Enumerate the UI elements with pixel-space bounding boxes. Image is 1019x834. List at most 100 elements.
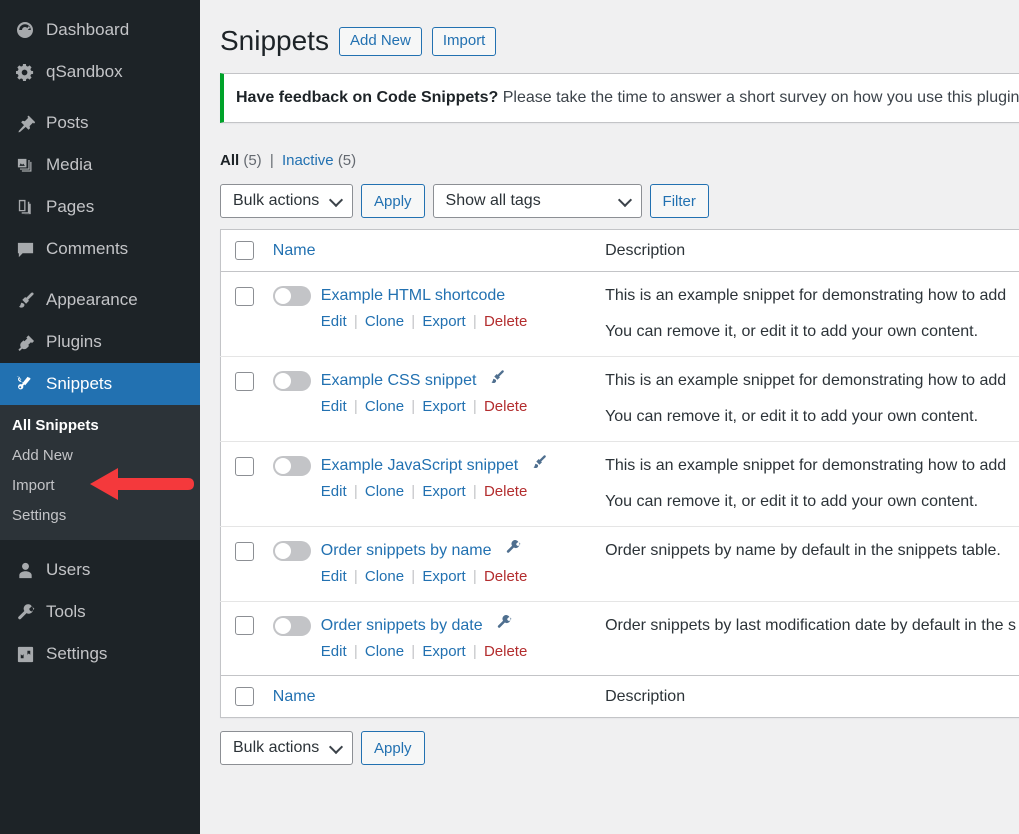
row-select-cell bbox=[220, 600, 263, 676]
notice-strong: Have feedback on Code Snippets? bbox=[236, 89, 499, 107]
view-inactive-link[interactable]: Inactive bbox=[282, 152, 334, 169]
clone-link[interactable]: Clone bbox=[365, 483, 404, 500]
table-header-row: Name Description bbox=[220, 229, 1019, 273]
view-all-link[interactable]: All bbox=[220, 152, 239, 169]
export-link[interactable]: Export bbox=[422, 643, 465, 660]
submenu-item-add-new[interactable]: Add New bbox=[0, 441, 200, 471]
sidebar-item-comments[interactable]: Comments bbox=[0, 228, 200, 270]
sort-by-name-link-top[interactable]: Name bbox=[273, 242, 316, 259]
snippet-title-link[interactable]: Example HTML shortcode bbox=[321, 284, 505, 308]
table-row: Example CSS snippet Edit | Clone | Expor… bbox=[220, 356, 1019, 442]
clone-link[interactable]: Clone bbox=[365, 398, 404, 415]
apply-button-bottom[interactable]: Apply bbox=[361, 731, 425, 766]
select-all-checkbox-bottom[interactable] bbox=[235, 687, 254, 707]
select-all-footer bbox=[220, 675, 263, 718]
delete-link[interactable]: Delete bbox=[484, 643, 527, 660]
snippet-title-link[interactable]: Example JavaScript snippet bbox=[321, 454, 518, 478]
snippet-activate-toggle[interactable] bbox=[272, 371, 311, 392]
snippet-name-row: Example CSS snippet bbox=[272, 369, 585, 393]
sidebar-item-posts[interactable]: Posts bbox=[0, 102, 200, 144]
import-button[interactable]: Import bbox=[431, 26, 497, 56]
edit-link[interactable]: Edit bbox=[321, 398, 347, 415]
table-head: Name Description bbox=[220, 229, 1019, 273]
snippets-submenu: All Snippets Add New Import Settings bbox=[0, 405, 200, 540]
sidebar-item-label: Settings bbox=[46, 644, 108, 663]
snippet-title-link[interactable]: Order snippets by date bbox=[321, 614, 483, 638]
snippet-name-row: Example HTML shortcode bbox=[272, 284, 585, 308]
snippet-activate-toggle[interactable] bbox=[272, 286, 311, 307]
filter-button[interactable]: Filter bbox=[649, 184, 709, 219]
sidebar-item-pages[interactable]: Pages bbox=[0, 186, 200, 228]
edit-link[interactable]: Edit bbox=[321, 313, 347, 330]
snippet-title-link[interactable]: Example CSS snippet bbox=[321, 369, 477, 393]
paintbrush-icon bbox=[8, 291, 42, 310]
row-name-cell: Order snippets by name Edit | Clone | Ex… bbox=[262, 526, 596, 602]
snippet-activate-toggle[interactable] bbox=[272, 615, 311, 636]
description-line: This is an example snippet for demonstra… bbox=[605, 287, 1007, 305]
action-separator: | bbox=[353, 483, 358, 501]
description-line: You can remove it, or edit it to add you… bbox=[605, 408, 979, 426]
row-select-cell bbox=[221, 272, 263, 357]
sidebar-item-qsandbox[interactable]: qSandbox bbox=[0, 51, 200, 93]
edit-link[interactable]: Edit bbox=[321, 568, 347, 585]
snippet-activate-toggle[interactable] bbox=[272, 541, 311, 562]
action-separator: | bbox=[353, 642, 358, 660]
edit-link[interactable]: Edit bbox=[321, 483, 347, 500]
sidebar-item-tools[interactable]: Tools bbox=[0, 591, 200, 633]
bulk-actions-select-bottom[interactable]: Bulk actions bbox=[220, 731, 353, 766]
delete-link[interactable]: Delete bbox=[484, 398, 527, 415]
snippet-title-link[interactable]: Order snippets by name bbox=[321, 539, 492, 563]
row-checkbox[interactable] bbox=[235, 616, 254, 636]
tablenav-top: Bulk actions Apply Show all tags Filter bbox=[220, 183, 1019, 219]
row-checkbox[interactable] bbox=[235, 541, 254, 561]
submenu-item-import[interactable]: Import bbox=[0, 471, 200, 501]
edit-link[interactable]: Edit bbox=[321, 643, 347, 660]
submenu-item-all-snippets[interactable]: All Snippets bbox=[0, 411, 200, 441]
snippets-table: Name Description Example HTML shortcode … bbox=[220, 229, 1019, 719]
sidebar-item-label: Comments bbox=[46, 239, 129, 258]
sidebar-item-dashboard[interactable]: Dashboard bbox=[0, 9, 200, 51]
row-checkbox[interactable] bbox=[235, 371, 254, 391]
export-link[interactable]: Export bbox=[422, 398, 465, 415]
apply-button-top[interactable]: Apply bbox=[361, 184, 425, 219]
sidebar-item-media[interactable]: Media bbox=[0, 144, 200, 186]
export-link[interactable]: Export bbox=[422, 568, 465, 585]
view-inactive-count: (5) bbox=[337, 152, 357, 170]
sidebar-item-appearance[interactable]: Appearance bbox=[0, 279, 200, 321]
row-checkbox[interactable] bbox=[235, 456, 254, 476]
description-line: This is an example snippet for demonstra… bbox=[605, 457, 1007, 475]
delete-link[interactable]: Delete bbox=[484, 483, 527, 500]
row-name-cell: Example JavaScript snippet Edit | Clone … bbox=[262, 441, 596, 527]
column-footer-name: Name bbox=[262, 675, 596, 718]
sidebar-item-snippets[interactable]: Snippets bbox=[0, 363, 208, 405]
action-separator: | bbox=[472, 568, 477, 586]
description-line: You can remove it, or edit it to add you… bbox=[605, 323, 979, 341]
export-link[interactable]: Export bbox=[422, 483, 465, 500]
bulk-actions-select-top[interactable]: Bulk actions bbox=[220, 184, 353, 219]
clone-link[interactable]: Clone bbox=[365, 313, 404, 330]
delete-link[interactable]: Delete bbox=[484, 568, 527, 585]
snippet-name-row: Order snippets by date bbox=[272, 614, 585, 638]
sidebar-item-users[interactable]: Users bbox=[0, 549, 200, 591]
gear-icon bbox=[8, 63, 42, 82]
submenu-item-settings[interactable]: Settings bbox=[0, 501, 200, 531]
wrench-icon bbox=[505, 539, 521, 563]
clone-link[interactable]: Clone bbox=[365, 643, 404, 660]
delete-link[interactable]: Delete bbox=[484, 313, 527, 330]
menu-separator-2 bbox=[0, 270, 200, 279]
clone-link[interactable]: Clone bbox=[365, 568, 404, 585]
add-new-button[interactable]: Add New bbox=[338, 26, 422, 56]
sidebar-item-settings[interactable]: Settings bbox=[0, 633, 200, 675]
select-all-checkbox-top[interactable] bbox=[235, 241, 254, 261]
export-link[interactable]: Export bbox=[422, 313, 465, 330]
sidebar-item-label: Posts bbox=[46, 113, 89, 132]
row-checkbox[interactable] bbox=[235, 286, 254, 306]
tags-filter-select[interactable]: Show all tags bbox=[432, 184, 642, 219]
sidebar-item-label: Users bbox=[46, 560, 91, 579]
sidebar-item-label: Plugins bbox=[46, 332, 102, 351]
sort-by-name-link-bottom[interactable]: Name bbox=[273, 688, 316, 705]
sidebar-item-plugins[interactable]: Plugins bbox=[0, 321, 200, 363]
snippet-activate-toggle[interactable] bbox=[272, 456, 311, 477]
sidebar-item-label: Media bbox=[46, 155, 93, 174]
row-actions: Edit | Clone | Export | Delete bbox=[273, 311, 585, 334]
